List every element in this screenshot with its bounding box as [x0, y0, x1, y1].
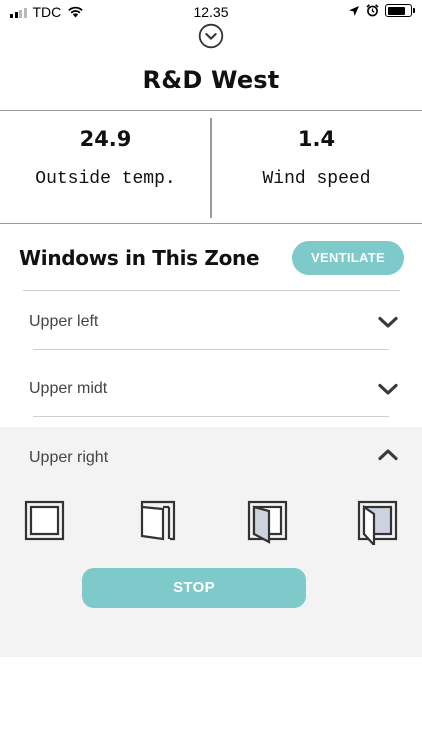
window-row-upper-left[interactable]: Upper left [0, 291, 422, 355]
status-right [348, 4, 415, 17]
window-label: Upper midt [29, 380, 108, 397]
ventilate-button[interactable]: VENTILATE [292, 241, 404, 275]
outside-temp-value: 24.9 [79, 127, 132, 151]
chevron-up-icon[interactable] [377, 447, 399, 463]
stop-button[interactable]: STOP [82, 568, 306, 608]
window-label[interactable]: Upper right [29, 449, 108, 467]
section-title: Windows in This Zone [19, 246, 260, 270]
window-half-open-icon[interactable] [247, 497, 289, 545]
page-title: R&D West [142, 66, 280, 94]
row-divider [33, 416, 389, 417]
wind-speed-label: Wind speed [262, 169, 371, 189]
window-row-upper-right: Upper right STOP [0, 427, 422, 657]
stats-panel: 24.9 Outside temp. 1.4 Wind speed [0, 110, 422, 224]
window-row-upper-midt[interactable]: Upper midt [0, 358, 422, 422]
battery-icon [385, 4, 415, 17]
window-slightly-open-icon[interactable] [135, 497, 177, 545]
location-arrow-icon [349, 5, 359, 16]
chevron-down-icon[interactable] [377, 381, 399, 397]
chevron-down-icon[interactable] [377, 314, 399, 330]
row-divider [33, 349, 389, 350]
outside-temp-stat: 24.9 Outside temp. [0, 111, 211, 223]
alarm-icon [366, 4, 379, 17]
status-bar: TDC 12.35 [0, 0, 422, 24]
wind-speed-value: 1.4 [297, 127, 336, 151]
window-label: Upper left [29, 313, 99, 330]
window-closed-icon[interactable] [24, 497, 66, 545]
wind-speed-stat: 1.4 Wind speed [211, 111, 422, 223]
window-fully-open-icon[interactable] [357, 497, 399, 545]
outside-temp-label: Outside temp. [35, 169, 176, 189]
collapse-chevron-icon[interactable] [198, 23, 224, 49]
